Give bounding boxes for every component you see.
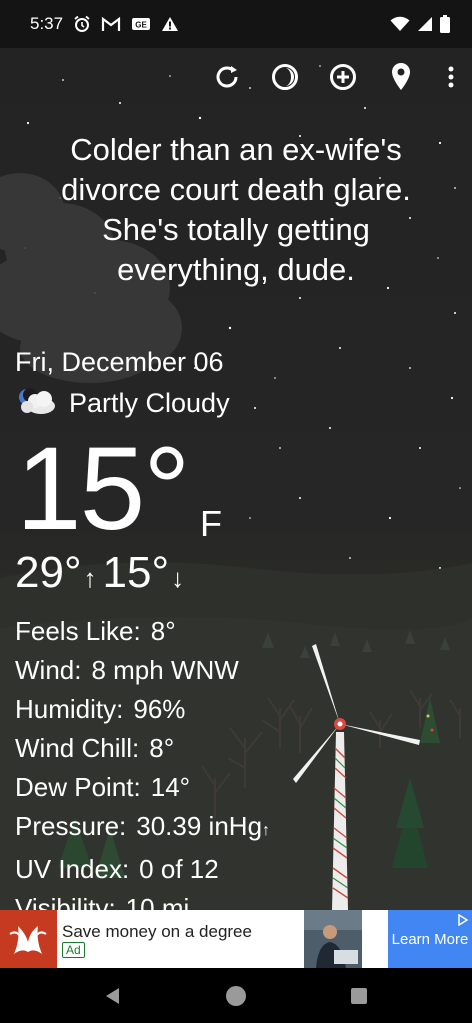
detail-value: 96%	[133, 694, 186, 724]
date-label: Fri, December 06	[15, 347, 224, 377]
ad-choices-icon[interactable]	[457, 913, 469, 927]
weather-details: Feels Like: 8° Wind: 8 mph WNW Humidity: 96…	[15, 612, 270, 928]
svg-text:GE: GE	[135, 21, 147, 30]
low-temperature: 15°	[102, 548, 170, 597]
recents-icon[interactable]	[348, 985, 370, 1007]
ad-banner[interactable]: Save money on a degree Ad Learn More	[0, 910, 472, 968]
detail-feels-like: Feels Like: 8°	[15, 612, 270, 651]
detail-wind-chill: Wind Chill: 8°	[15, 729, 270, 768]
detail-humidity: Humidity: 96%	[15, 690, 270, 729]
detail-wind: Wind: 8 mph WNW	[15, 651, 270, 690]
detail-value: 30.39 inHg	[136, 811, 263, 841]
back-icon[interactable]	[100, 984, 124, 1008]
moon-phase-icon[interactable]	[270, 60, 300, 94]
detail-dew-point: Dew Point: 14°	[15, 768, 270, 807]
ad-badge: Ad	[62, 942, 85, 958]
high-temperature: 29°	[15, 548, 82, 597]
detail-value: 14°	[150, 772, 191, 802]
add-location-icon[interactable]	[328, 60, 358, 94]
detail-value: 8°	[149, 733, 175, 763]
detail-label: Pressure:	[15, 811, 127, 841]
detail-value: 8°	[150, 616, 176, 646]
weather-quote: Colder than an ex-wife's divorce court d…	[61, 132, 411, 287]
detail-label: Humidity:	[15, 694, 124, 724]
pressure-trend-icon: ↑	[262, 822, 271, 839]
more-vert-icon[interactable]	[444, 60, 458, 94]
condition-row: Partly Cloudy	[15, 386, 230, 421]
detail-uv-index: UV Index: 0 of 12	[15, 850, 270, 889]
partly-cloudy-night-icon	[15, 386, 59, 421]
status-bar: 5:37 GE	[0, 0, 472, 48]
detail-pressure: Pressure: 30.39 inHg↑	[15, 807, 270, 850]
warning-icon	[161, 16, 179, 32]
high-low-row: 29° ↑ 15° ↓	[15, 548, 190, 598]
wifi-icon	[390, 16, 410, 32]
ad-image[interactable]	[304, 910, 362, 968]
gmail-icon	[101, 16, 121, 32]
toolbar	[212, 60, 458, 94]
temperature-unit: F	[200, 503, 222, 544]
alarm-icon	[73, 15, 91, 33]
navigation-bar	[0, 968, 472, 1023]
current-temperature: 15°	[16, 423, 190, 555]
battery-icon	[440, 15, 450, 33]
location-pin-icon[interactable]	[386, 60, 416, 94]
detail-label: Wind Chill:	[15, 733, 140, 763]
refresh-icon[interactable]	[212, 60, 242, 94]
detail-label: Wind:	[15, 655, 82, 685]
low-arrow-icon: ↓	[171, 563, 185, 593]
signal-icon	[417, 16, 433, 32]
status-time: 5:37	[30, 14, 64, 33]
detail-label: UV Index:	[15, 854, 130, 884]
detail-label: Dew Point:	[15, 772, 141, 802]
condition-text: Partly Cloudy	[69, 388, 230, 418]
home-icon[interactable]	[224, 984, 248, 1008]
detail-value: 0 of 12	[139, 854, 219, 884]
news-icon: GE	[131, 16, 151, 32]
detail-label: Feels Like:	[15, 616, 141, 646]
detail-value: 8 mph WNW	[91, 655, 239, 685]
phoenix-logo-icon	[0, 910, 57, 968]
high-arrow-icon: ↑	[83, 563, 97, 593]
ad-title[interactable]: Save money on a degree	[62, 922, 252, 942]
